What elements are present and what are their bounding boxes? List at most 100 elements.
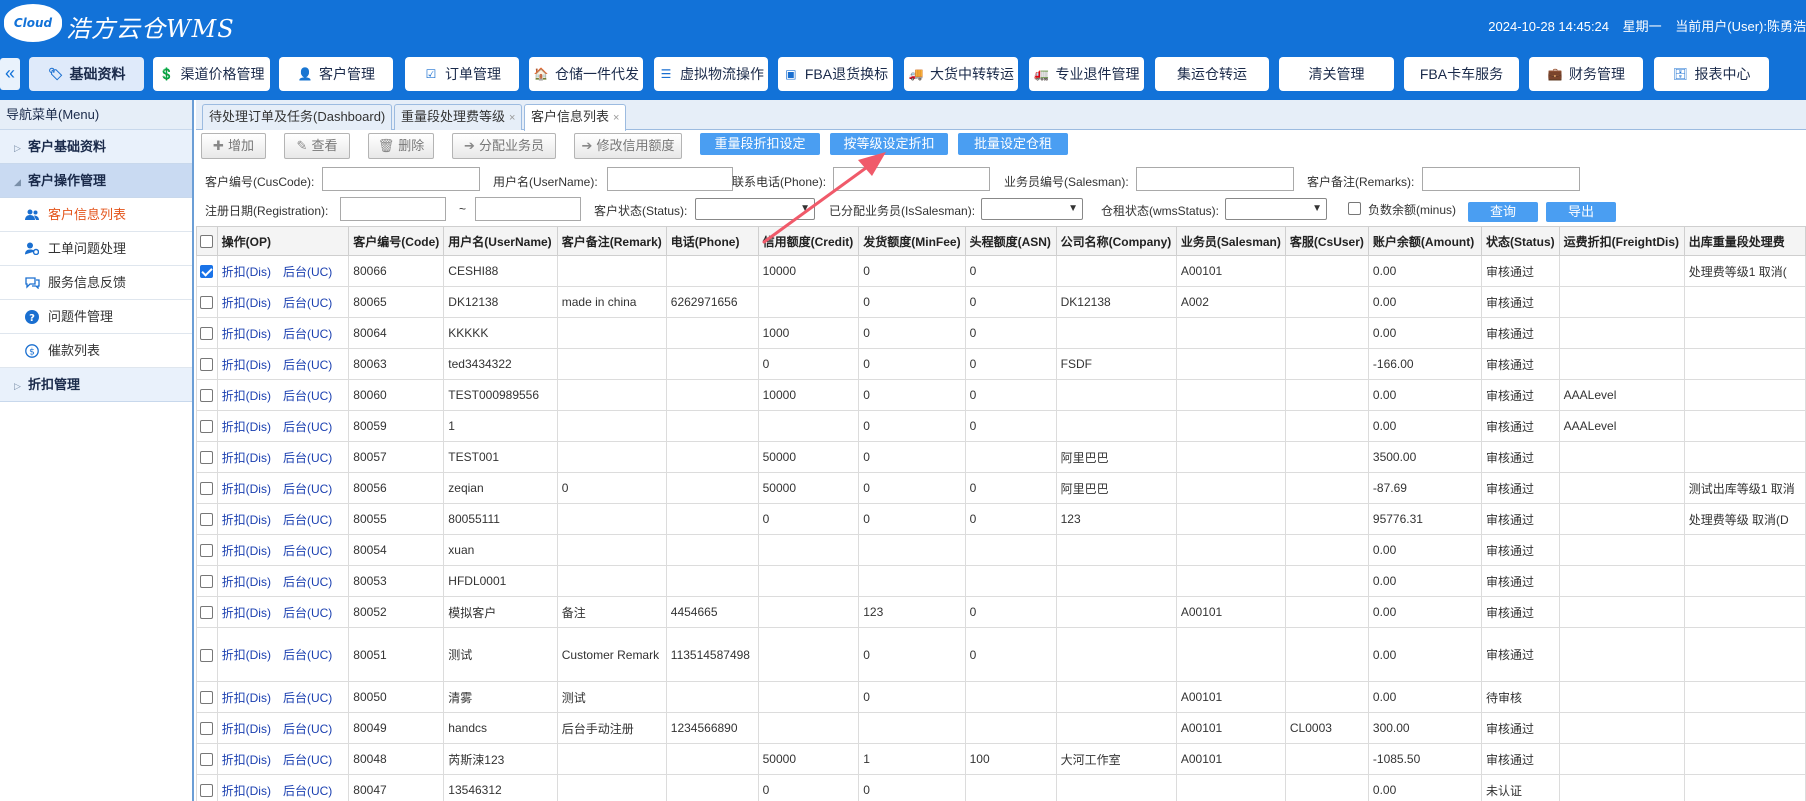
row-checkbox[interactable] <box>200 784 214 798</box>
backend-link[interactable]: 后台(UC) <box>283 482 332 496</box>
column-header[interactable]: 用户名(UserName) <box>443 226 558 256</box>
status-select[interactable]: ▼ <box>695 198 815 220</box>
table-row[interactable]: 折扣(Dis) 后台(UC) 80049 handcs 后台手动注册 1234566890… <box>196 712 1806 744</box>
discount-link[interactable]: 折扣(Dis) <box>222 420 271 434</box>
discount-link[interactable]: 折扣(Dis) <box>222 482 271 496</box>
nav-item-2[interactable]: 👤 客户管理 <box>279 57 393 91</box>
table-row[interactable]: 折扣(Dis) 后台(UC) 80048 芮斯涑123 50000 1 100 大河工作室 A0… <box>196 743 1806 775</box>
row-checkbox[interactable] <box>200 722 214 736</box>
table-row[interactable]: 折扣(Dis) 后台(UC) 80065 DK12138 made in china 62… <box>196 286 1806 318</box>
nav-item-11[interactable]: FBA卡车服务 <box>1404 57 1519 91</box>
table-row[interactable]: 折扣(Dis) 后台(UC) 80059 1 0 0 0.00 审核通过 AAALevel <box>196 410 1806 442</box>
table-row[interactable]: 折扣(Dis) 后台(UC) 80053 HFDL0001 0.00 审核通过 <box>196 565 1806 597</box>
column-header[interactable]: 运费折扣(FreightDis) <box>1558 226 1685 256</box>
salesman-input[interactable] <box>1136 167 1294 191</box>
nav-item-12[interactable]: 💼 财务管理 <box>1529 57 1643 91</box>
backend-link[interactable]: 后台(UC) <box>283 691 332 705</box>
discount-link[interactable]: 折扣(Dis) <box>222 722 271 736</box>
sidebar-item-ticket[interactable]: 工单问题处理 <box>0 232 192 266</box>
discount-link[interactable]: 折扣(Dis) <box>222 327 271 341</box>
minus-checkbox[interactable] <box>1348 202 1361 215</box>
batch-rent-button[interactable]: 批量设定仓租 <box>958 133 1068 155</box>
tab-customer-list[interactable]: 客户信息列表 × <box>524 104 627 131</box>
row-checkbox[interactable] <box>200 544 214 558</box>
nav-item-7[interactable]: 🚚 大货中转转运 <box>904 57 1018 91</box>
current-user[interactable]: 当前用户(User):陈勇浩 <box>1675 19 1806 34</box>
table-row[interactable]: 折扣(Dis) 后台(UC) 80054 xuan 0.00 审核通过 <box>196 534 1806 566</box>
row-checkbox[interactable] <box>200 358 214 372</box>
backend-link[interactable]: 后台(UC) <box>283 544 332 558</box>
row-checkbox[interactable] <box>200 575 214 589</box>
backend-link[interactable]: 后台(UC) <box>283 358 332 372</box>
nav-item-3[interactable]: ☑ 订单管理 <box>405 57 519 91</box>
column-header[interactable]: 客服(CsUser) <box>1284 226 1369 256</box>
row-checkbox[interactable] <box>200 389 214 403</box>
row-checkbox[interactable] <box>200 606 214 620</box>
registration-end-input[interactable] <box>475 197 581 221</box>
table-row[interactable]: 折扣(Dis) 后台(UC) 80063 ted3434322 0 0 0 FSDF -166.… <box>196 348 1806 380</box>
close-icon[interactable]: × <box>509 112 515 124</box>
wms-status-select[interactable]: ▼ <box>1225 198 1327 220</box>
table-row[interactable]: 折扣(Dis) 后台(UC) 80064 KKKKK 1000 0 0 0.00 审核通过 <box>196 317 1806 349</box>
discount-link[interactable]: 折扣(Dis) <box>222 389 271 403</box>
discount-link[interactable]: 折扣(Dis) <box>222 606 271 620</box>
column-header[interactable]: 公司名称(Company) <box>1055 226 1177 256</box>
backend-link[interactable]: 后台(UC) <box>283 753 332 767</box>
table-row[interactable]: 折扣(Dis) 后台(UC) 80051 测试 Customer Remark 11351… <box>196 627 1806 682</box>
is-salesman-select[interactable]: ▼ <box>981 198 1083 220</box>
column-header[interactable]: 信用额度(Credit) <box>757 226 860 256</box>
column-header[interactable]: 状态(Status) <box>1481 226 1560 256</box>
nav-item-5[interactable]: ☰ 虚拟物流操作 <box>654 57 768 91</box>
discount-link[interactable]: 折扣(Dis) <box>222 513 271 527</box>
sidebar-group-customer-basic[interactable]: ▷ 客户基础资料 <box>0 130 192 164</box>
backend-link[interactable]: 后台(UC) <box>283 389 332 403</box>
nav-item-6[interactable]: ▣ FBA退货换标 <box>778 57 893 91</box>
level-discount-button[interactable]: 按等级设定折扣 <box>830 133 948 155</box>
discount-link[interactable]: 折扣(Dis) <box>222 648 271 662</box>
view-button[interactable]: ✎ 查看 <box>284 133 350 159</box>
backend-link[interactable]: 后台(UC) <box>283 265 332 279</box>
remarks-input[interactable] <box>1422 167 1580 191</box>
sidebar-group-discount[interactable]: ▷ 折扣管理 <box>0 368 192 402</box>
table-row[interactable]: 折扣(Dis) 后台(UC) 80060 TEST000989556 10000 0 0 0.… <box>196 379 1806 411</box>
sidebar-item-customer-list[interactable]: 客户信息列表 <box>0 198 192 232</box>
backend-link[interactable]: 后台(UC) <box>283 451 332 465</box>
backend-link[interactable]: 后台(UC) <box>283 575 332 589</box>
tab-dashboard[interactable]: 待处理订单及任务(Dashboard) <box>202 104 393 130</box>
sidebar-item-dunning[interactable]: $ 催款列表 <box>0 334 192 368</box>
table-row[interactable]: 折扣(Dis) 后台(UC) 80047 13546312 0 0 0.00 未认证 <box>196 774 1806 801</box>
registration-start-input[interactable] <box>340 197 446 221</box>
column-header[interactable]: 客户备注(Remark) <box>556 226 667 256</box>
phone-input[interactable] <box>833 167 990 191</box>
export-button[interactable]: 导出 <box>1546 202 1616 222</box>
backend-link[interactable]: 后台(UC) <box>283 784 332 798</box>
table-row[interactable]: 折扣(Dis) 后台(UC) 80050 清雾 测试 0 A00101 0.00 待审核 <box>196 681 1806 713</box>
nav-item-0[interactable]: 🏷 基础资料 <box>29 57 144 91</box>
nav-item-1[interactable]: 💲 渠道价格管理 <box>153 57 270 91</box>
select-all-checkbox[interactable] <box>200 235 214 249</box>
table-row[interactable]: 折扣(Dis) 后台(UC) 80052 模拟客户 备注 4454665 123 0 A0010… <box>196 596 1806 628</box>
discount-link[interactable]: 折扣(Dis) <box>222 265 271 279</box>
discount-link[interactable]: 折扣(Dis) <box>222 296 271 310</box>
column-header[interactable]: 操作(OP) <box>216 226 350 256</box>
discount-link[interactable]: 折扣(Dis) <box>222 691 271 705</box>
row-checkbox[interactable] <box>200 420 214 434</box>
add-button[interactable]: ✚ 增加 <box>201 133 266 159</box>
column-header[interactable]: 出库重量段处理费 <box>1683 226 1806 256</box>
nav-item-10[interactable]: 清关管理 <box>1279 57 1394 91</box>
row-checkbox[interactable] <box>200 451 214 465</box>
nav-item-13[interactable]: 🗄 报表中心 <box>1654 57 1769 91</box>
backend-link[interactable]: 后台(UC) <box>283 606 332 620</box>
backend-link[interactable]: 后台(UC) <box>283 296 332 310</box>
backend-link[interactable]: 后台(UC) <box>283 327 332 341</box>
table-row[interactable]: 折扣(Dis) 后台(UC) 80057 TEST001 50000 0 阿里巴巴 3500.… <box>196 441 1806 473</box>
column-header[interactable]: 发货额度(MinFee) <box>858 226 966 256</box>
nav-item-8[interactable]: 🚛 专业退件管理 <box>1029 57 1144 91</box>
table-row[interactable]: 折扣(Dis) 后台(UC) 80055 80055111 0 0 0 123 95776.31… <box>196 503 1806 535</box>
row-checkbox[interactable] <box>200 513 214 527</box>
weight-discount-button[interactable]: 重量段折扣设定 <box>700 133 820 155</box>
discount-link[interactable]: 折扣(Dis) <box>222 753 271 767</box>
column-header[interactable]: 电话(Phone) <box>665 226 759 256</box>
table-row[interactable]: 折扣(Dis) 后台(UC) 80066 CESHI88 10000 0 0 A00101 0.… <box>196 255 1806 287</box>
discount-link[interactable]: 折扣(Dis) <box>222 544 271 558</box>
